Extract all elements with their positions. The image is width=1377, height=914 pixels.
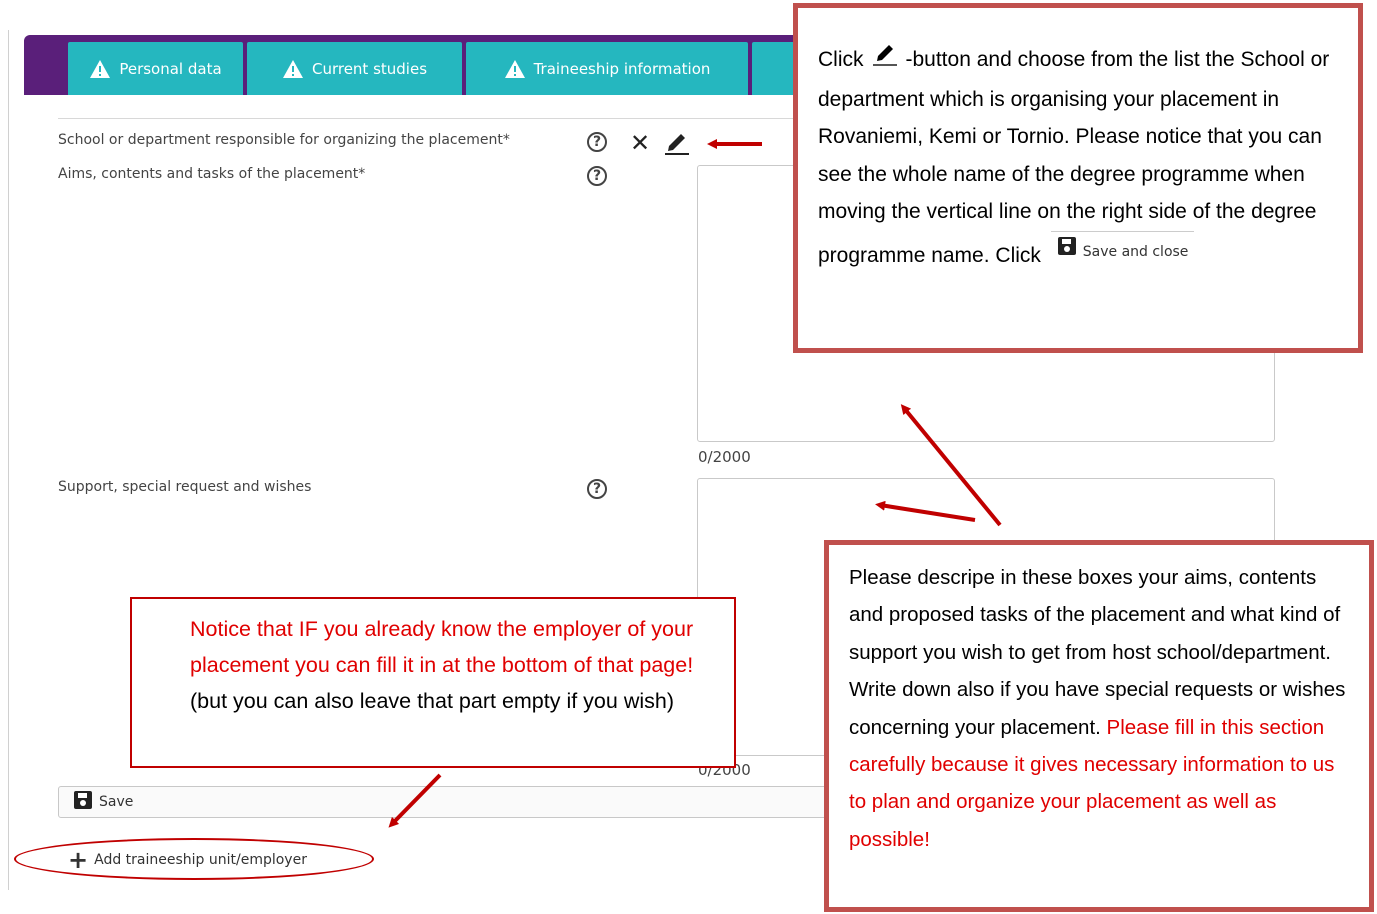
save-icon <box>1057 234 1077 272</box>
callout-warning-text: Notice that IF you already know the empl… <box>190 617 694 677</box>
tab-label: Traineeship information <box>533 59 711 78</box>
callout-edit-instructions: Click -button and choose from the list th… <box>793 3 1363 353</box>
tab-label: Current studies <box>311 59 428 78</box>
help-icon[interactable]: ? <box>587 479 607 499</box>
tab-current-studies[interactable]: Current studies <box>247 42 462 95</box>
warning-icon <box>89 59 111 79</box>
save-label: Save <box>99 794 134 810</box>
help-icon[interactable]: ? <box>587 166 607 186</box>
divider <box>58 118 798 119</box>
help-icon[interactable]: ? <box>587 132 607 152</box>
callout-description-instructions: Please descripe in these boxes your aims… <box>824 540 1374 912</box>
save-and-close-label: Save and close <box>1082 243 1189 260</box>
callout-text: (but you can also leave that part empty … <box>190 689 674 713</box>
support-field-label: Support, special request and wishes <box>58 479 312 495</box>
tab-personal-data[interactable]: Personal data <box>68 42 243 95</box>
school-field-label: School or department responsible for org… <box>58 132 510 148</box>
clear-icon[interactable]: ✕ <box>630 131 650 155</box>
tab-traineeship-information[interactable]: Traineeship information <box>466 42 748 95</box>
edit-pencil-icon <box>870 40 900 81</box>
highlight-ellipse <box>14 838 374 880</box>
warning-icon <box>504 59 526 79</box>
aims-field-label: Aims, contents and tasks of the placemen… <box>58 166 366 182</box>
callout-text: Please descripe in these boxes your aims… <box>849 566 1346 739</box>
tab-label: Personal data <box>119 59 222 78</box>
page-edge <box>8 30 9 890</box>
callout-employer-note: Notice that IF you already know the empl… <box>130 597 736 768</box>
edit-pencil-icon[interactable] <box>663 128 691 160</box>
save-and-close-button: Save and close <box>1050 230 1195 272</box>
aims-char-counter: 0/2000 <box>698 448 751 466</box>
callout-text: Click <box>818 48 864 71</box>
save-button[interactable]: Save <box>58 786 838 818</box>
save-icon <box>73 790 93 814</box>
warning-icon <box>282 59 304 79</box>
